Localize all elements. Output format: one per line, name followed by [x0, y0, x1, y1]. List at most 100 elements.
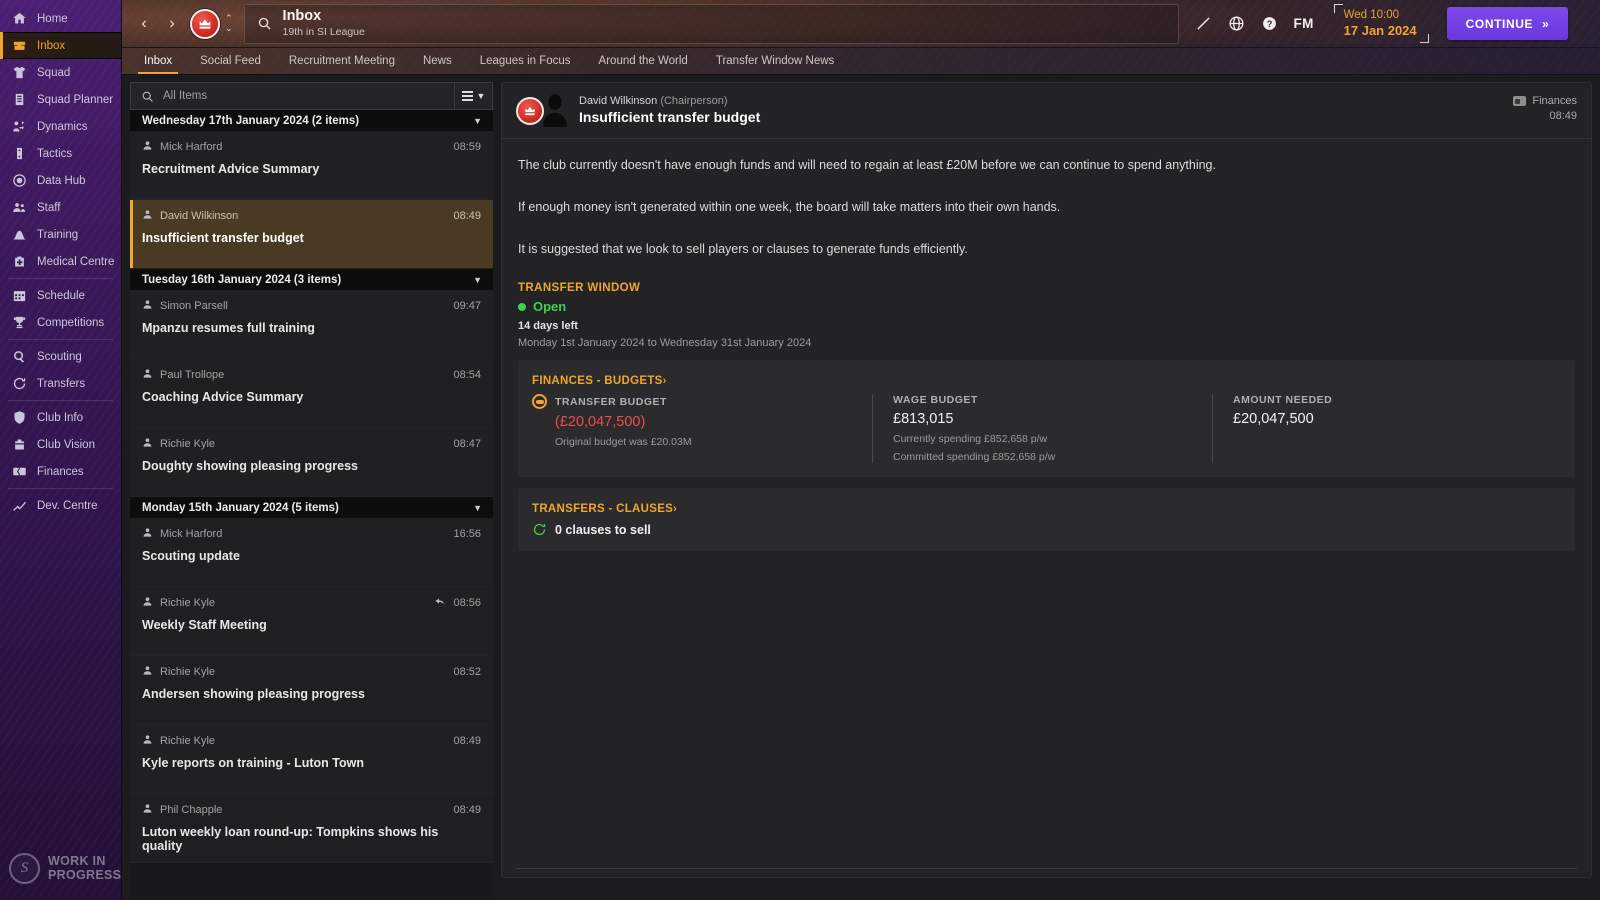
- message-item-top: Paul Trollope08:54: [142, 368, 481, 382]
- inbox-message-item[interactable]: Richie Kyle08:56Weekly Staff Meeting: [130, 587, 493, 656]
- sidebar-item-training[interactable]: Training: [0, 221, 121, 248]
- club-switcher-stepper[interactable]: ⌃ ⌄: [225, 15, 233, 32]
- forward-button[interactable]: ›: [159, 9, 185, 39]
- main-sidebar: HomeInboxSquadSquad PlannerDynamicsTacti…: [0, 0, 122, 900]
- message-item-time: 08:49: [453, 210, 481, 222]
- game-date: 17 Jan 2024: [1344, 23, 1417, 39]
- shield-icon: [11, 409, 28, 426]
- replied-arrow-icon: [434, 597, 446, 609]
- message-sender-name: Richie Kyle: [160, 666, 215, 678]
- sports-interactive-logo-icon: S: [9, 853, 40, 884]
- sidebar-item-transfers[interactable]: Transfers: [0, 370, 121, 397]
- transfer-window-days-left: 14 days left: [518, 320, 1575, 332]
- top-header-bar: ‹ › ⌃ ⌄ Inbox 19th in SI League: [122, 0, 1600, 48]
- sidebar-item-competitions[interactable]: Competitions: [0, 309, 121, 336]
- transfers-clauses-link[interactable]: TRANSFERS - CLAUSES›: [532, 503, 677, 515]
- tab-inbox[interactable]: Inbox: [130, 47, 186, 74]
- sidebar-item-label: Transfers: [37, 378, 85, 390]
- person-icon: [142, 596, 153, 610]
- inbox-filter-input[interactable]: All Items: [131, 83, 454, 109]
- sidebar-item-home[interactable]: Home: [0, 5, 121, 32]
- list-options-icon[interactable]: ▼: [454, 83, 492, 109]
- message-item-top: Mick Harford08:59: [142, 140, 481, 154]
- message-item-subject: Luton weekly loan round-up: Tompkins sho…: [142, 825, 481, 853]
- message-item-time: 16:56: [453, 528, 481, 540]
- inbox-date-group-header[interactable]: Monday 15th January 2024 (5 items)▼: [130, 497, 493, 518]
- tab-recruitment-meeting[interactable]: Recruitment Meeting: [275, 47, 409, 74]
- message-item-meta: 08:49: [453, 804, 481, 816]
- sidebar-item-medical-centre[interactable]: Medical Centre: [0, 248, 121, 275]
- sidebar-item-squad-planner[interactable]: Squad Planner: [0, 86, 121, 113]
- sender-role: (Chairperson): [660, 95, 727, 107]
- sidebar-item-scouting[interactable]: Scouting: [0, 343, 121, 370]
- message-bottom-divider: [516, 868, 1577, 869]
- tab-social-feed[interactable]: Social Feed: [186, 47, 275, 74]
- chevron-down-icon: ▼: [473, 116, 482, 126]
- sidebar-item-club-vision[interactable]: Club Vision: [0, 431, 121, 458]
- sidebar-item-data-hub[interactable]: Data Hub: [0, 167, 121, 194]
- message-paragraph: It is suggested that we look to sell pla…: [518, 240, 1575, 258]
- message-item-top: Richie Kyle08:52: [142, 665, 481, 679]
- wage-budget-column: WAGE BUDGET £813,015 Currently spending …: [872, 394, 1212, 463]
- stepper-up-icon: ⌃: [225, 15, 233, 22]
- search-title-box[interactable]: Inbox 19th in SI League: [244, 4, 1179, 44]
- sidebar-item-label: Dev. Centre: [37, 500, 98, 512]
- finances-budgets-link[interactable]: FINANCES - BUDGETS›: [532, 375, 667, 387]
- date-group-label: Monday 15th January 2024 (5 items): [142, 502, 339, 514]
- tab-around-the-world[interactable]: Around the World: [585, 47, 702, 74]
- wage-budget-value: £813,015: [893, 411, 1190, 427]
- sidebar-item-staff[interactable]: Staff: [0, 194, 121, 221]
- message-sender: Mick Harford: [142, 140, 222, 154]
- sidebar-item-dynamics[interactable]: Dynamics: [0, 113, 121, 140]
- amount-needed-label: AMOUNT NEEDED: [1233, 394, 1332, 406]
- tab-transfer-window-news[interactable]: Transfer Window News: [702, 47, 848, 74]
- tab-leagues-in-focus[interactable]: Leagues in Focus: [466, 47, 585, 74]
- message-sender-name: Simon Parsell: [160, 300, 228, 312]
- transfers-icon: [11, 375, 28, 392]
- inbox-message-list[interactable]: Wednesday 17th January 2024 (2 items)▼Mi…: [130, 110, 493, 900]
- growth-icon: [11, 497, 28, 514]
- sidebar-item-inbox[interactable]: Inbox: [0, 32, 121, 59]
- inbox-message-item[interactable]: Richie Kyle08:52Andersen showing pleasin…: [130, 656, 493, 725]
- sidebar-nav-list: HomeInboxSquadSquad PlannerDynamicsTacti…: [0, 0, 121, 519]
- tab-label: Transfer Window News: [716, 55, 834, 67]
- transfer-cycle-icon: [532, 522, 547, 537]
- inbox-message-item[interactable]: David Wilkinson08:49Insufficient transfe…: [130, 200, 493, 269]
- sidebar-item-finances[interactable]: Finances: [0, 458, 121, 485]
- game-time: Wed 10:00: [1344, 8, 1417, 22]
- club-badge-icon[interactable]: [190, 9, 220, 39]
- inbox-date-group-header[interactable]: Wednesday 17th January 2024 (2 items)▼: [130, 110, 493, 131]
- search-icon: [141, 90, 154, 103]
- continue-button[interactable]: CONTINUE »: [1447, 7, 1569, 40]
- help-icon[interactable]: ?: [1253, 8, 1286, 40]
- message-category-tag[interactable]: Finances: [1513, 95, 1577, 107]
- chevron-down-icon: ▼: [473, 275, 482, 285]
- sidebar-item-dev-centre[interactable]: Dev. Centre: [0, 492, 121, 519]
- tab-news[interactable]: News: [409, 47, 466, 74]
- sidebar-separator: [8, 488, 113, 489]
- inbox-date-group-header[interactable]: Tuesday 16th January 2024 (3 items)▼: [130, 269, 493, 290]
- sidebar-item-schedule[interactable]: Schedule: [0, 282, 121, 309]
- inbox-message-item[interactable]: Phil Chapple08:49Luton weekly loan round…: [130, 794, 493, 863]
- back-button[interactable]: ‹: [131, 9, 157, 39]
- fm-logo[interactable]: FM: [1286, 16, 1322, 31]
- amount-needed-value: £20,047,500: [1233, 411, 1332, 427]
- inbox-message-item[interactable]: Mick Harford16:56Scouting update: [130, 518, 493, 587]
- sidebar-item-squad[interactable]: Squad: [0, 59, 121, 86]
- tab-label: Leagues in Focus: [480, 55, 571, 67]
- sidebar-item-tactics[interactable]: Tactics: [0, 140, 121, 167]
- person-icon: [142, 140, 153, 154]
- medical-icon: [11, 253, 28, 270]
- inbox-message-item[interactable]: Paul Trollope08:54Coaching Advice Summar…: [130, 359, 493, 428]
- message-sender: Richie Kyle: [142, 734, 215, 748]
- globe-icon[interactable]: [1220, 8, 1253, 40]
- inbox-message-item[interactable]: Richie Kyle08:49Kyle reports on training…: [130, 725, 493, 794]
- message-item-subject: Weekly Staff Meeting: [142, 618, 481, 632]
- inbox-message-item[interactable]: Mick Harford08:59Recruitment Advice Summ…: [130, 131, 493, 200]
- inbox-message-item[interactable]: Simon Parsell09:47Mpanzu resumes full tr…: [130, 290, 493, 359]
- sidebar-item-label: Finances: [37, 466, 84, 478]
- sidebar-item-label: Schedule: [37, 290, 85, 302]
- inbox-message-item[interactable]: Richie Kyle08:47Doughty showing pleasing…: [130, 428, 493, 497]
- sidebar-item-club-info[interactable]: Club Info: [0, 404, 121, 431]
- edit-pencil-icon[interactable]: [1187, 8, 1220, 40]
